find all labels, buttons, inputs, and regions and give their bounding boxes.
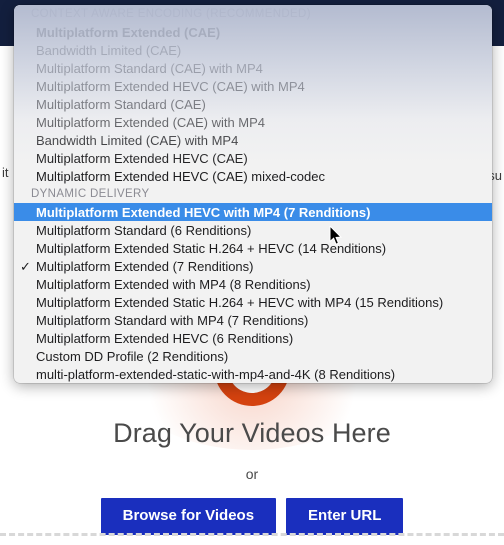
menu-item-label: Multiplatform Standard with MP4 (7 Rendi…	[36, 312, 309, 328]
menu-item[interactable]: Multiplatform Extended HEVC (CAE) mixed-…	[14, 167, 492, 185]
menu-item-label: multi-platform-extended-static-with-mp4-…	[36, 366, 396, 382]
menu-group-header: DYNAMIC DELIVERY	[31, 188, 150, 200]
menu-item-label: Multiplatform Extended HEVC (CAE) mixed-…	[36, 168, 325, 184]
menu-item[interactable]: Multiplatform Extended Static H.264 + HE…	[14, 239, 492, 257]
menu-item-label: Multiplatform Extended HEVC (6 Rendition…	[36, 330, 294, 346]
dropdown-scrollbar[interactable]	[488, 9, 491, 379]
video-dropzone[interactable]: Drag Your Videos Here or Browse for Vide…	[0, 400, 504, 545]
dropzone-dashed-border	[0, 533, 504, 536]
menu-item-label: Multiplatform Standard (CAE) with MP4	[36, 60, 263, 76]
menu-item[interactable]: Bandwidth Limited (CAE) with MP4	[14, 131, 492, 149]
dropzone-actions: Browse for Videos Enter URL	[100, 498, 404, 535]
check-icon: ✓	[20, 258, 31, 274]
menu-item-label: Custom DD Profile (2 Renditions)	[36, 348, 229, 364]
encoding-profile-list: CONTEXT AWARE ENCODING (RECOMMENDED) Mult…	[14, 5, 492, 383]
encoding-profile-dropdown[interactable]: CONTEXT AWARE ENCODING (RECOMMENDED) Mult…	[14, 5, 492, 383]
menu-item-label: Bandwidth Limited (CAE)	[36, 42, 182, 58]
menu-item-label: Multiplatform Extended HEVC with MP4 (7 …	[36, 204, 371, 220]
browse-for-videos-button[interactable]: Browse for Videos	[100, 498, 277, 535]
menu-item[interactable]: ✓ Multiplatform Extended (7 Renditions)	[14, 257, 492, 275]
menu-item-label: Multiplatform Extended HEVC (CAE)	[36, 150, 248, 166]
menu-item[interactable]: Multiplatform Extended HEVC (CAE)	[14, 149, 492, 167]
menu-item-label: Multiplatform Extended Static H.264 + HE…	[36, 294, 444, 310]
menu-item-label: Multiplatform Extended (CAE) with MP4	[36, 114, 266, 130]
enter-url-button[interactable]: Enter URL	[286, 498, 404, 535]
menu-item[interactable]: Multiplatform Standard with MP4 (7 Rendi…	[14, 311, 492, 329]
menu-item-label: Multiplatform Standard (6 Renditions)	[36, 222, 252, 238]
menu-item-label: Multiplatform Extended (CAE)	[36, 24, 221, 40]
menu-item-highlighted[interactable]: Multiplatform Extended HEVC with MP4 (7 …	[14, 203, 492, 221]
menu-item-label: Multiplatform Extended Static H.264 + HE…	[36, 240, 387, 256]
menu-item-label: Bandwidth Limited (CAE) with MP4	[36, 132, 239, 148]
menu-item[interactable]: Custom DD Profile (2 Renditions)	[14, 347, 492, 365]
menu-item-label: Multiplatform Extended (7 Renditions)	[36, 258, 254, 274]
dropzone-or-label: or	[245, 466, 259, 482]
menu-item[interactable]: Multiplatform Extended Static H.264 + HE…	[14, 293, 492, 311]
menu-group-header: CONTEXT AWARE ENCODING (RECOMMENDED)	[31, 8, 311, 20]
menu-item[interactable]: Multiplatform Standard (CAE) with MP4	[14, 59, 492, 77]
menu-item[interactable]: Multiplatform Extended (CAE) with MP4	[14, 113, 492, 131]
dropzone-title: Drag Your Videos Here	[113, 418, 391, 448]
menu-item[interactable]: Multiplatform Standard (CAE)	[14, 95, 492, 113]
occluded-left-text: it	[2, 165, 9, 180]
menu-item-label: Multiplatform Standard (CAE)	[36, 96, 206, 112]
menu-item[interactable]: Multiplatform Extended HEVC (6 Rendition…	[14, 329, 492, 347]
menu-item-label: Multiplatform Extended HEVC (CAE) with M…	[36, 78, 305, 94]
menu-item[interactable]: Multiplatform Extended with MP4 (8 Rendi…	[14, 275, 492, 293]
menu-item[interactable]: multi-platform-extended-static-with-mp4-…	[14, 365, 492, 383]
menu-item[interactable]: Multiplatform Extended (CAE)	[14, 23, 492, 41]
menu-item[interactable]: Multiplatform Extended HEVC (CAE) with M…	[14, 77, 492, 95]
menu-item[interactable]: Multiplatform Standard (6 Renditions)	[14, 221, 492, 239]
menu-item-label: Multiplatform Extended with MP4 (8 Rendi…	[36, 276, 311, 292]
menu-item[interactable]: Bandwidth Limited (CAE)	[14, 41, 492, 59]
